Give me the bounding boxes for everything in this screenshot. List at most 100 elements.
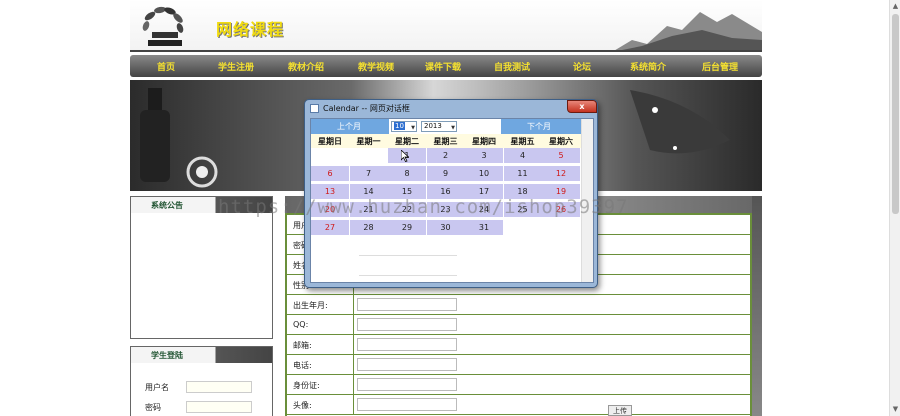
form-label: 出生年月: <box>293 301 328 310</box>
calendar-day[interactable]: 24 <box>465 202 503 217</box>
calendar-grid: 1234567891011121314151617181920212223242… <box>311 148 581 238</box>
form-input[interactable] <box>357 358 457 371</box>
form-row: 出生年月: <box>287 295 750 315</box>
form-label: 邮箱: <box>293 341 312 350</box>
upload-button[interactable]: 上传 <box>608 405 632 416</box>
nav-item[interactable]: 后台管理 <box>702 60 738 73</box>
login-password-input[interactable] <box>186 401 252 413</box>
nav-item[interactable]: 学生注册 <box>218 60 254 73</box>
nav-item[interactable]: 论坛 <box>573 60 591 73</box>
year-value: 2013 <box>424 122 442 130</box>
nav-item[interactable]: 课件下载 <box>425 60 461 73</box>
weekday-header: 星期日 <box>318 137 342 146</box>
calendar-day[interactable]: 3 <box>465 148 503 163</box>
nav-item[interactable]: 系统简介 <box>630 60 666 73</box>
nav-item[interactable]: 自我测试 <box>494 60 530 73</box>
nav-item[interactable]: 首页 <box>157 60 175 73</box>
calendar-day[interactable]: 7 <box>349 166 388 181</box>
dialog-titlebar[interactable]: Calendar -- 网页对话框 x <box>305 100 597 118</box>
login-username-input[interactable] <box>186 381 252 393</box>
form-row: 邮箱: <box>287 335 750 355</box>
scroll-up-icon[interactable]: ▲ <box>891 1 900 11</box>
calendar-selects: 10 ▼ 2013 ▼ <box>389 119 501 134</box>
mountain-scenery-icon <box>612 12 762 52</box>
form-row: 头像: <box>287 395 750 415</box>
form-label: 电话: <box>293 361 312 370</box>
form-input[interactable] <box>357 318 457 331</box>
calendar-day[interactable]: 28 <box>349 220 388 235</box>
calendar-day[interactable]: 27 <box>311 220 349 235</box>
calendar-day[interactable]: 16 <box>426 184 465 199</box>
scroll-down-icon[interactable]: ▼ <box>891 404 900 414</box>
prev-month-link[interactable]: 上个月 <box>337 121 361 132</box>
nav-item[interactable]: 教学视频 <box>358 60 394 73</box>
calendar-day[interactable]: 8 <box>388 166 426 181</box>
calendar-day[interactable]: 22 <box>388 202 426 217</box>
weekday-header: 星期四 <box>472 137 496 146</box>
calendar-day[interactable]: 23 <box>426 202 465 217</box>
month-select[interactable]: 10 ▼ <box>391 121 417 132</box>
calendar-empty-cell <box>503 220 542 235</box>
calendar-empty-cell <box>542 220 580 235</box>
calendar-day[interactable]: 4 <box>503 148 542 163</box>
calendar-day[interactable]: 29 <box>388 220 426 235</box>
weekday-header: 星期三 <box>433 137 458 146</box>
form-input[interactable] <box>357 338 457 351</box>
site-title: 网络课程 <box>216 20 285 39</box>
calendar-day[interactable]: 25 <box>503 202 542 217</box>
dialog-body: 上个月 10 ▼ 2013 ▼ 下个月 星期日 星期一 星期二 星期三 星期四 星期五 星期六 … <box>310 118 594 283</box>
login-box-header: 学生登陆 <box>131 347 272 363</box>
calendar-day[interactable]: 6 <box>311 166 349 181</box>
dialog-blank-field <box>359 275 457 276</box>
form-input[interactable] <box>357 398 457 411</box>
calendar-day[interactable]: 21 <box>349 202 388 217</box>
dialog-page-icon <box>310 104 319 113</box>
form-divider <box>353 315 354 335</box>
calendar-day[interactable]: 20 <box>311 202 349 217</box>
form-divider <box>353 375 354 395</box>
calendar-empty-cell <box>349 148 388 163</box>
form-input[interactable] <box>357 298 457 311</box>
weekday-header: 星期五 <box>510 137 535 146</box>
calendar-empty-cell <box>311 148 349 163</box>
dialog-blank-field <box>359 255 457 256</box>
next-month-link[interactable]: 下个月 <box>527 121 551 132</box>
form-label: 头像: <box>293 401 312 410</box>
form-row: QQ: <box>287 315 750 335</box>
calendar-day[interactable]: 11 <box>503 166 542 181</box>
calendar-day[interactable]: 14 <box>349 184 388 199</box>
mouse-cursor-icon <box>401 150 409 162</box>
form-side-strip <box>752 196 762 416</box>
form-row: 身份证: <box>287 375 750 395</box>
calendar-day[interactable]: 26 <box>542 202 580 217</box>
site-banner: 网络课程 <box>130 0 762 52</box>
chevron-down-icon: ▼ <box>411 125 415 131</box>
calendar-day[interactable]: 12 <box>542 166 580 181</box>
close-button[interactable]: x <box>567 100 597 113</box>
calendar-day[interactable]: 10 <box>465 166 503 181</box>
calendar-day[interactable]: 30 <box>426 220 465 235</box>
calendar-day[interactable]: 17 <box>465 184 503 199</box>
form-input[interactable] <box>357 378 457 391</box>
weekday-header: 星期一 <box>356 137 381 146</box>
banner-divider <box>130 50 762 52</box>
browser-page: 网络课程 首页 学生注册 教材介绍 教学视频 课件下载 自我测试 论坛 系统简介 后台管理 系统… <box>0 0 900 416</box>
calendar-day[interactable]: 9 <box>426 166 465 181</box>
dialog-scrollbar[interactable] <box>581 119 593 282</box>
calendar-day[interactable]: 15 <box>388 184 426 199</box>
chevron-down-icon: ▼ <box>451 125 455 131</box>
scroll-thumb[interactable] <box>892 14 899 214</box>
form-divider <box>353 295 354 315</box>
form-label: 身份证: <box>293 381 320 390</box>
calendar-day[interactable]: 5 <box>542 148 580 163</box>
calendar-day[interactable]: 13 <box>311 184 349 199</box>
page-scrollbar[interactable]: ▲ ▼ <box>889 0 900 416</box>
form-divider <box>353 355 354 375</box>
calendar-day[interactable]: 19 <box>542 184 580 199</box>
calendar-day[interactable]: 31 <box>465 220 503 235</box>
year-select[interactable]: 2013 ▼ <box>421 121 457 132</box>
dialog-title: Calendar -- 网页对话框 <box>323 104 410 113</box>
calendar-day[interactable]: 2 <box>426 148 465 163</box>
nav-item[interactable]: 教材介绍 <box>288 60 324 73</box>
calendar-day[interactable]: 18 <box>503 184 542 199</box>
